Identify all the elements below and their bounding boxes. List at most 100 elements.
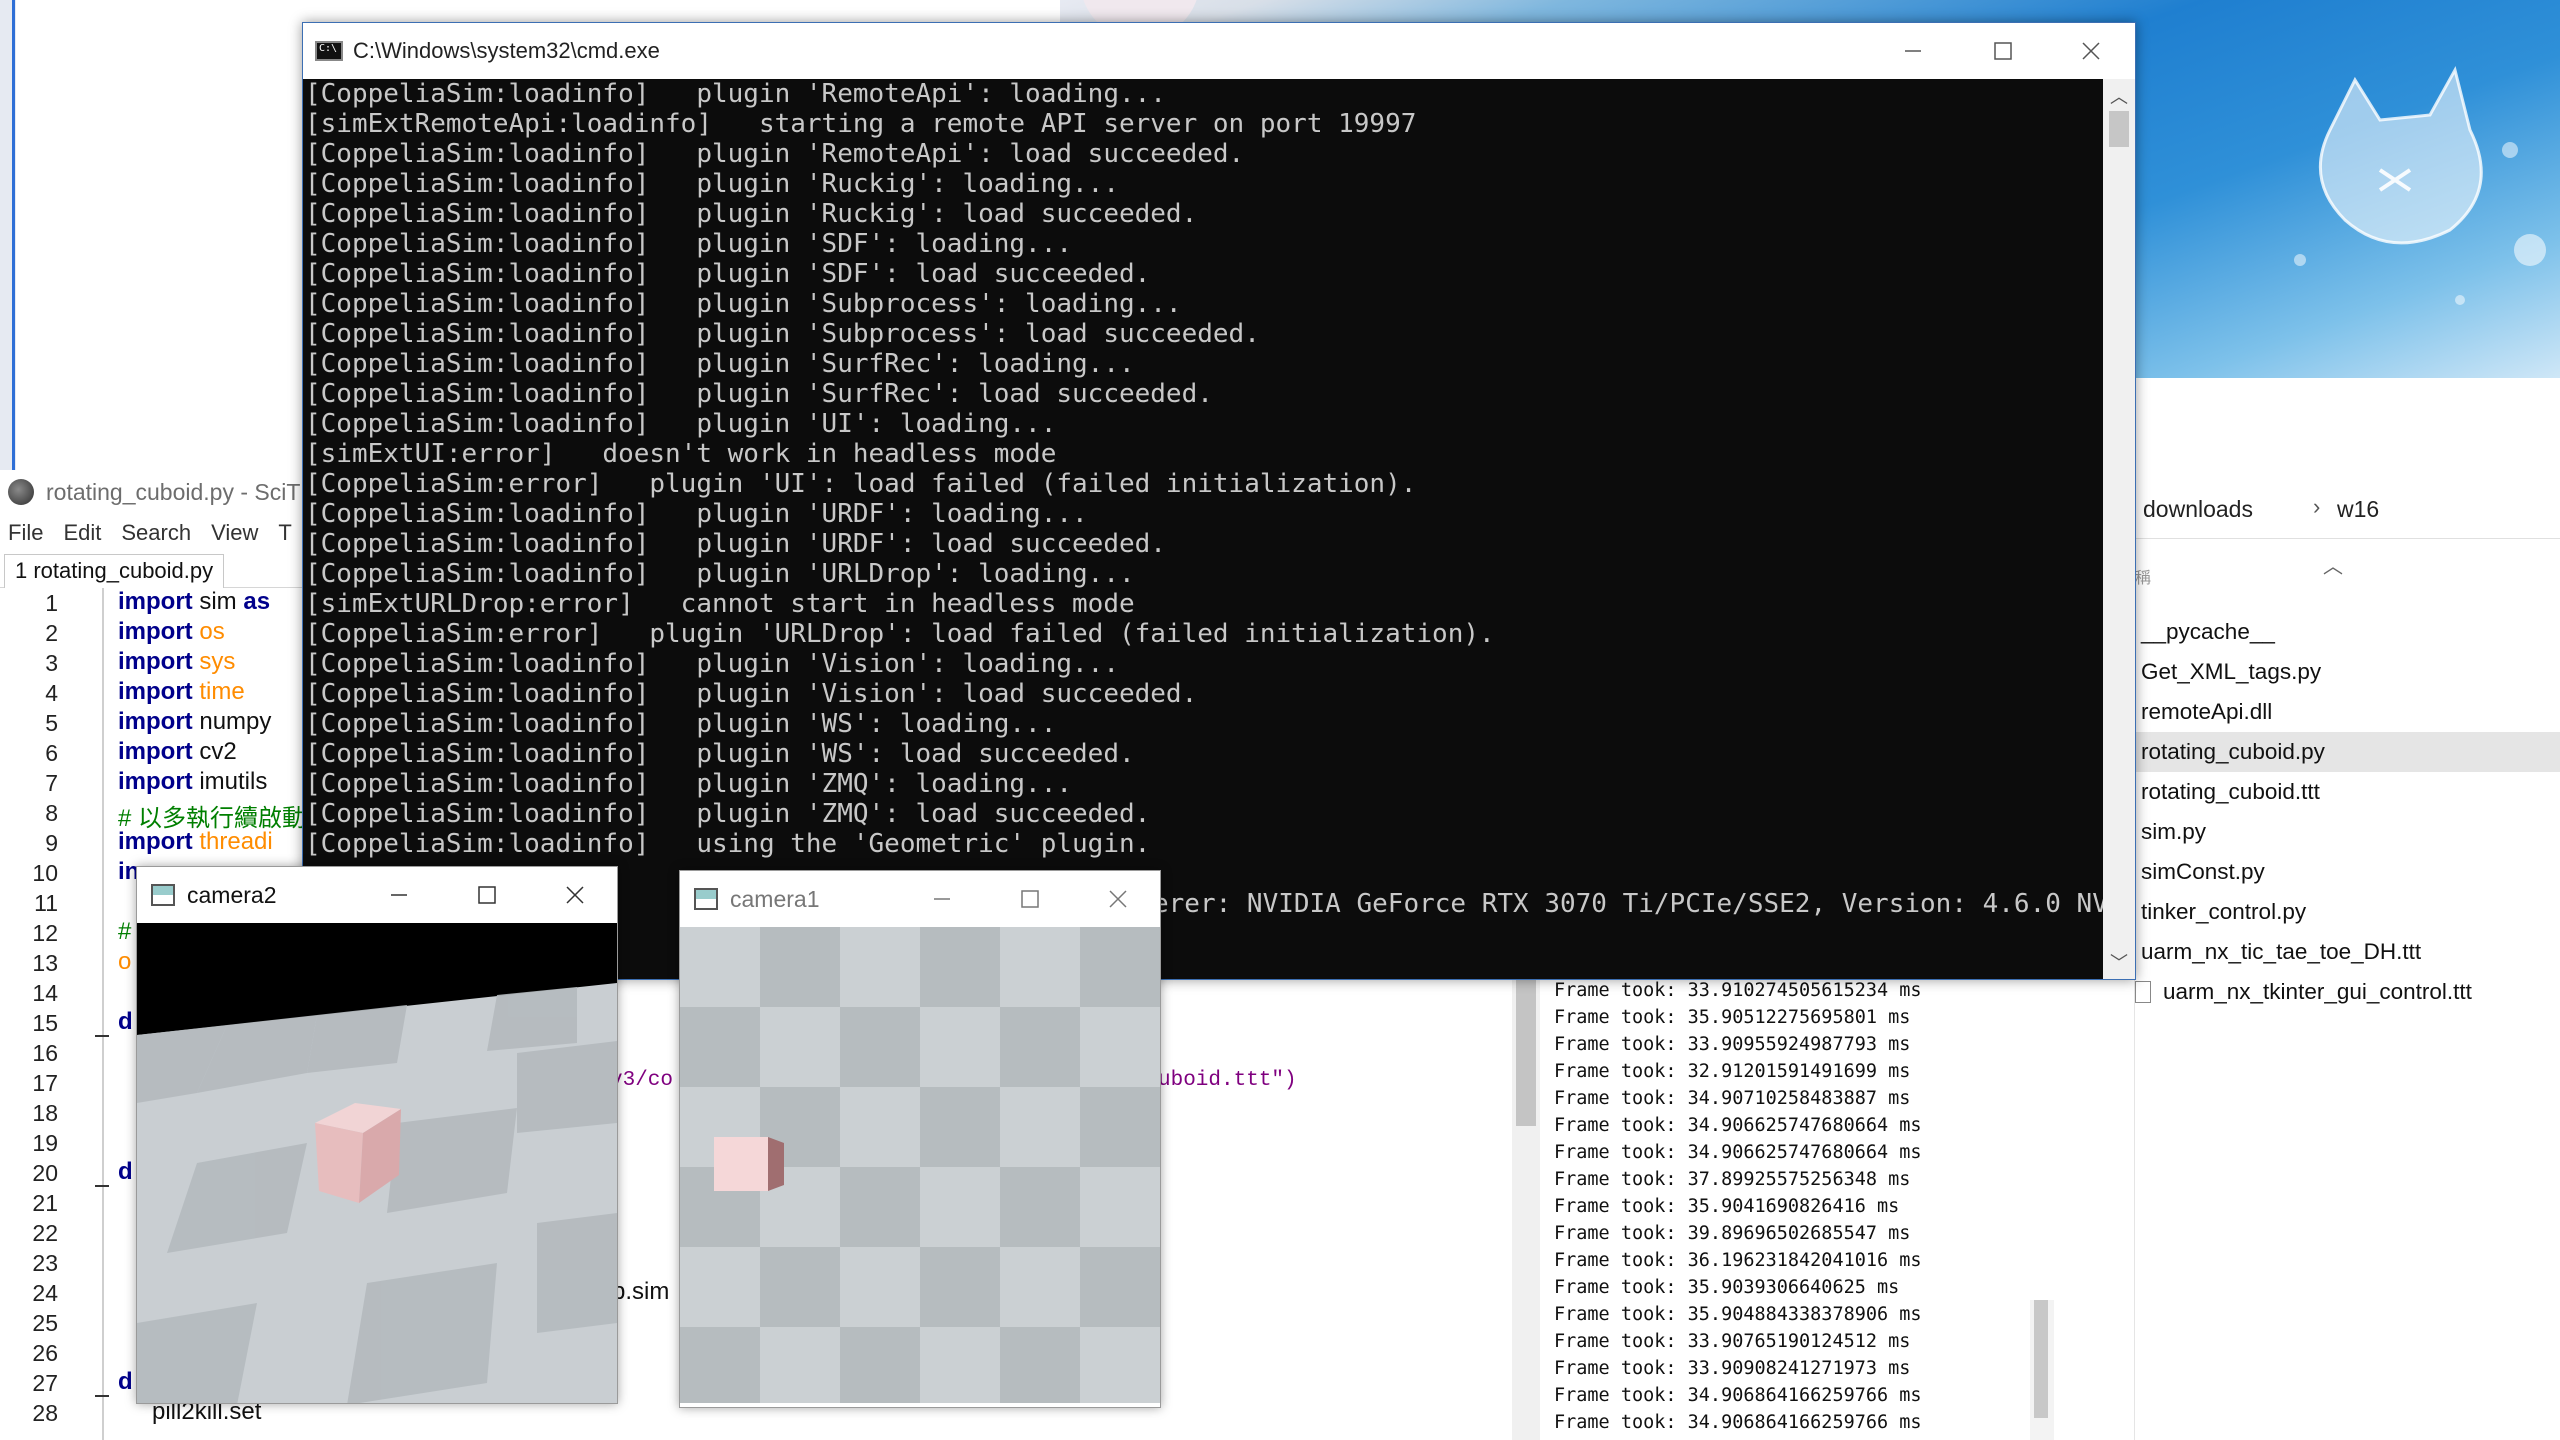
minimize-button[interactable] <box>898 871 986 927</box>
line-number: 5 <box>45 710 58 736</box>
line-number: 11 <box>34 890 58 916</box>
opencv-window-icon <box>151 884 175 906</box>
chevron-right-icon: › <box>2313 494 2321 519</box>
file-item[interactable]: tinker_control.py <box>2135 892 2560 932</box>
console-line: [CoppeliaSim:loadinfo] plugin 'RemoteApi… <box>305 79 1166 109</box>
console-line: [CoppeliaSim:loadinfo] plugin 'SDF': loa… <box>305 259 1151 289</box>
log-entry: Frame took: 33.910274505615234 ms <box>1554 980 1922 1001</box>
wallpaper-cat-illustration <box>2294 65 2546 305</box>
cmd-scrollbar[interactable]: ︿ ﹀ <box>2103 79 2135 979</box>
opencv-window-icon <box>694 888 718 910</box>
line-number: 26 <box>32 1340 58 1366</box>
line-number: 19 <box>32 1130 58 1156</box>
minimize-button[interactable] <box>1869 23 1957 79</box>
file-item[interactable]: uarm_nx_tkinter_gui_control.ttt <box>2135 972 2560 1012</box>
breadcrumb-w16[interactable]: w16 <box>2337 496 2379 523</box>
close-button[interactable] <box>1074 871 1160 927</box>
log-entry: Frame took: 39.89696502685547 ms <box>1554 1223 1911 1244</box>
code-line: d <box>118 1158 133 1185</box>
camera1-titlebar[interactable]: camera1 <box>680 871 1160 927</box>
editor-title: rotating_cuboid.py - SciT <box>46 478 301 505</box>
console-line: [simExtUI:error] doesn't work in headles… <box>305 439 1057 469</box>
scroll-up-icon[interactable]: ︿ <box>2103 83 2135 109</box>
camera1-title: camera1 <box>730 885 820 912</box>
line-number: 7 <box>45 770 58 796</box>
cmd-titlebar[interactable]: C:\ C:\Windows\system32\cmd.exe <box>303 23 2135 79</box>
line-number: 6 <box>45 740 58 766</box>
minimize-icon <box>391 894 407 896</box>
output-scrollbar[interactable] <box>1512 976 1540 1440</box>
file-explorer-window: downloads › w16 稱 ︿ __pycache__ Get_XML_… <box>2134 378 2560 1440</box>
fold-margin-line <box>102 588 104 1440</box>
line-number: 1 <box>45 590 58 616</box>
console-line: [CoppeliaSim:loadinfo] plugin 'Subproces… <box>305 289 1182 319</box>
line-number: 13 <box>32 950 58 976</box>
cmd-icon: C:\ <box>315 41 343 61</box>
console-line: [CoppeliaSim:loadinfo] plugin 'ZMQ': loa… <box>305 769 1073 799</box>
close-button[interactable] <box>531 867 617 923</box>
line-number: 2 <box>45 620 58 646</box>
camera1-render <box>680 927 1160 1403</box>
menu-edit[interactable]: Edit <box>63 520 101 546</box>
scrollbar-thumb[interactable] <box>2109 111 2129 147</box>
code-line: p.sim <box>612 1278 670 1305</box>
code-line: o <box>118 948 132 975</box>
console-line: [CoppeliaSim:error] plugin 'UI': load fa… <box>305 469 1417 499</box>
console-line: [CoppeliaSim:loadinfo] plugin 'SurfRec':… <box>305 349 1135 379</box>
line-number: 21 <box>32 1190 58 1216</box>
console-line: erer: NVIDIA GeForce RTX 3070 Ti/PCIe/SS… <box>1153 889 2103 919</box>
close-button[interactable] <box>2047 23 2135 79</box>
chevron-up-icon[interactable]: ︿ <box>2323 550 2343 579</box>
minimize-button[interactable] <box>355 867 443 923</box>
console-line: [CoppeliaSim:loadinfo] plugin 'URLDrop':… <box>305 559 1135 589</box>
file-item[interactable]: uarm_nx_tic_tae_toe_DH.ttt <box>2135 932 2560 972</box>
log-entry: Frame took: 35.9039306640625 ms <box>1554 1277 1900 1298</box>
scrollbar-thumb[interactable] <box>2034 1300 2048 1418</box>
camera2-render <box>137 923 617 1403</box>
tab-rotating-cuboid[interactable]: 1 rotating_cuboid.py <box>4 554 225 588</box>
console-line: [simExtURLDrop:error] cannot start in he… <box>305 589 1135 619</box>
explorer-scrollbar[interactable] <box>2030 1300 2054 1440</box>
close-icon <box>566 886 584 904</box>
fold-marker-icon[interactable] <box>95 1395 109 1397</box>
file-item[interactable]: remoteApi.dll <box>2135 692 2560 732</box>
menu-file[interactable]: File <box>8 520 43 546</box>
menu-search[interactable]: Search <box>121 520 191 546</box>
breadcrumb-downloads[interactable]: downloads <box>2143 496 2253 523</box>
cmd-window: C:\ C:\Windows\system32\cmd.exe [Coppeli… <box>302 22 2136 980</box>
code-line: d <box>118 1368 133 1395</box>
maximize-icon <box>478 886 496 904</box>
file-item-selected[interactable]: rotating_cuboid.py <box>2135 732 2560 772</box>
maximize-button[interactable] <box>986 871 1074 927</box>
console-output[interactable]: [CoppeliaSim:loadinfo] plugin 'RemoteApi… <box>303 79 2103 979</box>
line-number: 18 <box>32 1100 58 1126</box>
camera2-title: camera2 <box>187 881 277 908</box>
file-item[interactable]: Get_XML_tags.py <box>2135 652 2560 692</box>
file-item[interactable]: sim.py <box>2135 812 2560 852</box>
fold-marker-icon[interactable] <box>95 1035 109 1037</box>
cmd-title: C:\Windows\system32\cmd.exe <box>353 38 660 63</box>
code-line: import threadi <box>118 828 273 855</box>
file-item[interactable]: simConst.py <box>2135 852 2560 892</box>
maximize-button[interactable] <box>443 867 531 923</box>
menu-view[interactable]: View <box>211 520 258 546</box>
line-number: 17 <box>32 1070 58 1096</box>
line-number: 9 <box>45 830 58 856</box>
menu-tools[interactable]: T <box>278 520 291 546</box>
file-item[interactable]: rotating_cuboid.ttt <box>2135 772 2560 812</box>
fold-marker-icon[interactable] <box>95 1185 109 1187</box>
camera2-titlebar[interactable]: camera2 <box>137 867 617 923</box>
code-line: import sim as <box>118 588 271 615</box>
maximize-button[interactable] <box>1959 23 2047 79</box>
code-line: uboid.ttt") <box>1158 1069 1297 1092</box>
file-item[interactable]: __pycache__ <box>2135 612 2560 652</box>
camera2-window: camera2 <box>136 866 618 1404</box>
scrollbar-thumb[interactable] <box>1516 976 1536 1126</box>
output-pane: Frame took: 33.910274505615234 ms Frame … <box>1548 976 1988 1440</box>
scroll-down-icon[interactable]: ﹀ <box>2103 949 2135 975</box>
close-icon <box>2082 42 2100 60</box>
line-number: 16 <box>32 1040 58 1066</box>
console-line: [CoppeliaSim:loadinfo] plugin 'ZMQ': loa… <box>305 799 1151 829</box>
line-number: 15 <box>32 1010 58 1036</box>
log-entry: Frame took: 34.906625747680664 ms <box>1554 1142 1922 1163</box>
